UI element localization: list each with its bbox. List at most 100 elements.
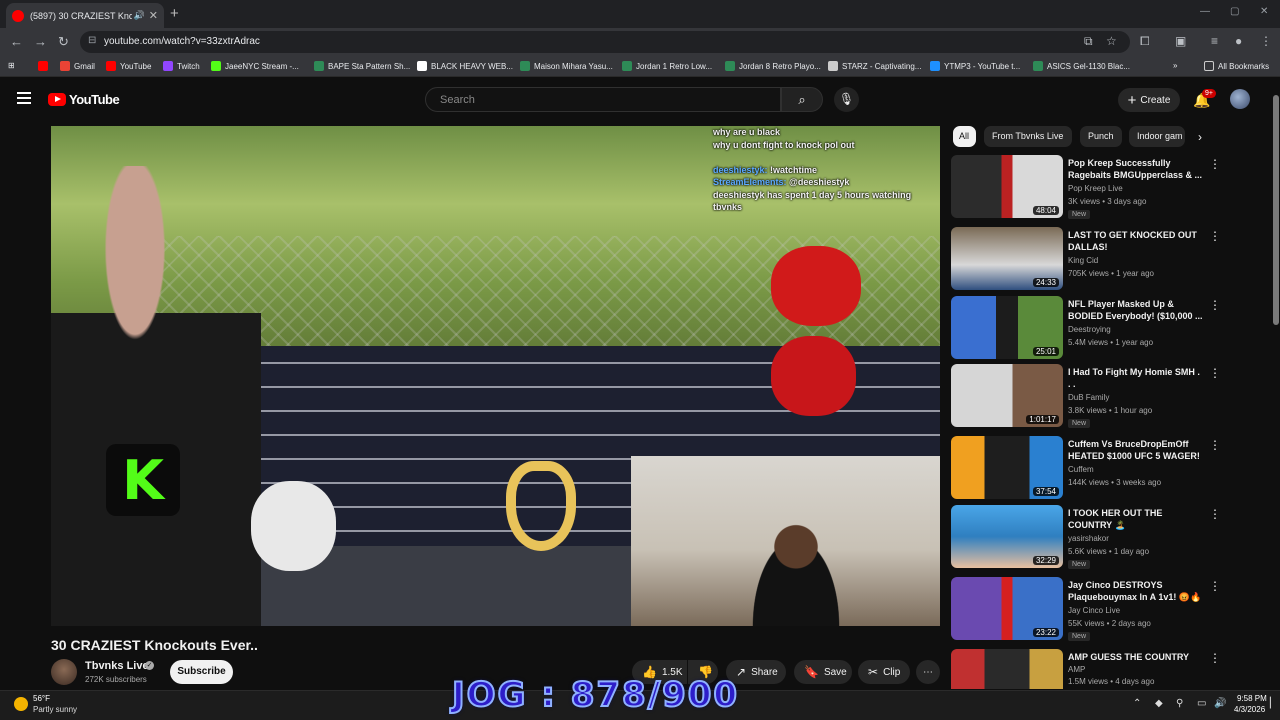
channel-name[interactable]: Cuffem <box>1068 465 1094 474</box>
search-button[interactable]: ⌕ <box>781 87 823 112</box>
forward-icon[interactable]: → <box>34 34 47 49</box>
speaker-icon[interactable]: 🔊 <box>134 10 145 21</box>
save-button[interactable]: 🔖 Save <box>794 660 852 684</box>
video-title[interactable]: I TOOK HER OUT THE COUNTRY 🏝️ <box>1068 507 1203 531</box>
guide-menu-icon[interactable] <box>17 92 31 104</box>
create-button[interactable]: + Create <box>1118 88 1180 112</box>
weather-sun-icon[interactable] <box>14 697 28 711</box>
install-icon[interactable]: ⧉ <box>1084 34 1093 49</box>
video-thumbnail[interactable] <box>951 649 1063 689</box>
split-view-icon[interactable]: ▣ <box>1175 34 1186 48</box>
scrollbar-thumb[interactable] <box>1273 95 1279 325</box>
bookmark-item[interactable]: ASICS Gel-1130 Blac... <box>1033 61 1130 71</box>
video-thumbnail[interactable]: 24:33 <box>951 227 1063 290</box>
video-title[interactable]: Pop Kreep Successfully Ragebaits BMGUppe… <box>1068 157 1203 181</box>
video-player[interactable]: K why are u black why u dont fight to kn… <box>51 126 940 626</box>
video-title[interactable]: LAST TO GET KNOCKED OUT DALLAS! <box>1068 229 1203 253</box>
video-title[interactable]: I Had To Fight My Homie SMH . . . <box>1068 366 1203 390</box>
bookmark-item[interactable]: STARZ - Captivating... <box>828 61 921 71</box>
more-options-icon[interactable]: ⋮ <box>1209 579 1221 593</box>
channel-name[interactable]: DuB Family <box>1068 393 1109 402</box>
tray-app-icon[interactable]: ◆ <box>1155 698 1163 709</box>
bookmark-item[interactable]: BLACK HEAVY WEB... <box>417 61 513 71</box>
chevron-right-icon[interactable]: › <box>1198 130 1202 144</box>
more-options-icon[interactable]: ⋮ <box>1209 507 1221 521</box>
reload-icon[interactable]: ↻ <box>58 34 69 50</box>
bookmark-item[interactable]: Maison Mihara Yasu... <box>520 61 613 71</box>
close-window-icon[interactable]: ✕ <box>1260 6 1268 17</box>
video-title[interactable]: AMP GUESS THE COUNTRY <box>1068 651 1203 663</box>
maximize-icon[interactable]: ▢ <box>1230 6 1239 17</box>
account-avatar[interactable] <box>1230 89 1250 109</box>
bookmark-item[interactable]: Twitch <box>163 61 200 71</box>
subscribe-button[interactable]: Subscribe <box>170 660 233 684</box>
recommended-video[interactable]: 32:29 I TOOK HER OUT THE COUNTRY 🏝️ yasi… <box>951 505 1221 571</box>
bookmarks-overflow-icon[interactable]: » <box>1173 61 1177 70</box>
video-thumbnail[interactable]: 48:04 <box>951 155 1063 218</box>
video-title[interactable]: NFL Player Masked Up & BODIED Everybody!… <box>1068 298 1203 322</box>
address-bar[interactable]: ⊟ youtube.com/watch?v=33zxtrAdrac <box>80 31 1130 53</box>
extensions-icon[interactable]: ⧠ <box>1140 34 1150 49</box>
more-options-icon[interactable]: ⋮ <box>1209 438 1221 452</box>
more-options-icon[interactable]: ⋮ <box>1209 651 1221 665</box>
chip-punch[interactable]: Punch <box>1080 126 1122 147</box>
weather-temperature[interactable]: 56°F <box>33 694 50 703</box>
bookmark-star-icon[interactable]: ☆ <box>1106 34 1117 48</box>
bookmark-item[interactable]: Gmail <box>60 61 95 71</box>
channel-avatar[interactable] <box>51 659 77 685</box>
recommended-video[interactable]: 48:04 Pop Kreep Successfully Ragebaits B… <box>951 155 1221 221</box>
tray-overflow-icon[interactable]: ⌃ <box>1133 698 1141 709</box>
more-options-icon[interactable]: ⋮ <box>1209 366 1221 380</box>
voice-search-button[interactable]: 🎙 <box>834 87 859 112</box>
new-tab-button[interactable]: + <box>170 5 179 22</box>
bookmark-youtube-icon[interactable] <box>38 61 52 71</box>
chip-all[interactable]: All <box>953 126 976 147</box>
bookmark-item[interactable]: JaeeNYC Stream -... <box>211 61 299 71</box>
video-title[interactable]: Jay Cinco DESTROYS Plaquebouymax In A 1v… <box>1068 579 1203 603</box>
menu-kebab-icon[interactable]: ⋮ <box>1260 34 1272 48</box>
youtube-logo[interactable]: YouTube <box>48 92 120 107</box>
close-tab-icon[interactable]: ✕ <box>149 9 158 22</box>
video-thumbnail[interactable]: 25:01 <box>951 296 1063 359</box>
video-thumbnail[interactable]: 32:29 <box>951 505 1063 568</box>
video-thumbnail[interactable]: 23:22 <box>951 577 1063 640</box>
bookmark-item[interactable]: Jordan 1 Retro Low... <box>622 61 712 71</box>
chip-indoor-games[interactable]: Indoor gam <box>1129 126 1185 147</box>
notification-center-icon[interactable]: ▏ <box>1270 698 1278 709</box>
recommended-video[interactable]: 23:22 Jay Cinco DESTROYS Plaquebouymax I… <box>951 577 1221 643</box>
bookmark-item[interactable]: Jordan 8 Retro Playo... <box>725 61 821 71</box>
more-options-icon[interactable]: ⋮ <box>1209 229 1221 243</box>
channel-name[interactable]: Jay Cinco Live <box>1068 606 1120 615</box>
more-options-icon[interactable]: ⋮ <box>1209 157 1221 171</box>
recommended-video[interactable]: 25:01 NFL Player Masked Up & BODIED Ever… <box>951 296 1221 362</box>
taskbar-clock-time[interactable]: 9:58 PM <box>1237 694 1267 703</box>
recommended-video[interactable]: 37:54 Cuffem Vs BruceDropEmOff HEATED $1… <box>951 436 1221 502</box>
weather-description[interactable]: Partly sunny <box>33 705 77 714</box>
network-icon[interactable]: ▭ <box>1197 698 1206 709</box>
channel-name[interactable]: Tbvnks Live <box>85 660 149 672</box>
more-options-icon[interactable]: ⋮ <box>1209 298 1221 312</box>
video-title[interactable]: Cuffem Vs BruceDropEmOff HEATED $1000 UF… <box>1068 438 1203 462</box>
search-input[interactable]: Search <box>425 87 781 112</box>
clip-button[interactable]: ✂ Clip <box>858 660 910 684</box>
bookmark-item[interactable]: YouTube <box>106 61 151 71</box>
channel-name[interactable]: yasirshakor <box>1068 534 1109 543</box>
site-info-icon[interactable]: ⊟ <box>88 35 96 46</box>
recommended-video[interactable]: 24:33 LAST TO GET KNOCKED OUT DALLAS! Ki… <box>951 227 1221 293</box>
volume-icon[interactable]: 🔊 <box>1214 698 1226 709</box>
recommended-video[interactable]: 1:01:17 I Had To Fight My Homie SMH . . … <box>951 364 1221 430</box>
all-bookmarks-folder[interactable]: All Bookmarks <box>1204 61 1269 71</box>
bookmark-item[interactable]: YTMP3 - YouTube t... <box>930 61 1020 71</box>
channel-name[interactable]: AMP <box>1068 665 1085 674</box>
video-thumbnail[interactable]: 1:01:17 <box>951 364 1063 427</box>
minimize-icon[interactable]: — <box>1200 6 1210 17</box>
chip-from-channel[interactable]: From Tbvnks Live <box>984 126 1072 147</box>
channel-name[interactable]: King Cid <box>1068 256 1098 265</box>
location-icon[interactable]: ⚲ <box>1176 698 1183 709</box>
media-control-icon[interactable]: ≡ <box>1211 34 1218 48</box>
more-actions-button[interactable]: ⋯ <box>916 660 940 684</box>
channel-name[interactable]: Pop Kreep Live <box>1068 184 1123 193</box>
apps-grid-icon[interactable]: ⊞ <box>8 61 15 70</box>
back-icon[interactable]: ← <box>10 34 23 49</box>
channel-name[interactable]: Deestroying <box>1068 325 1111 334</box>
